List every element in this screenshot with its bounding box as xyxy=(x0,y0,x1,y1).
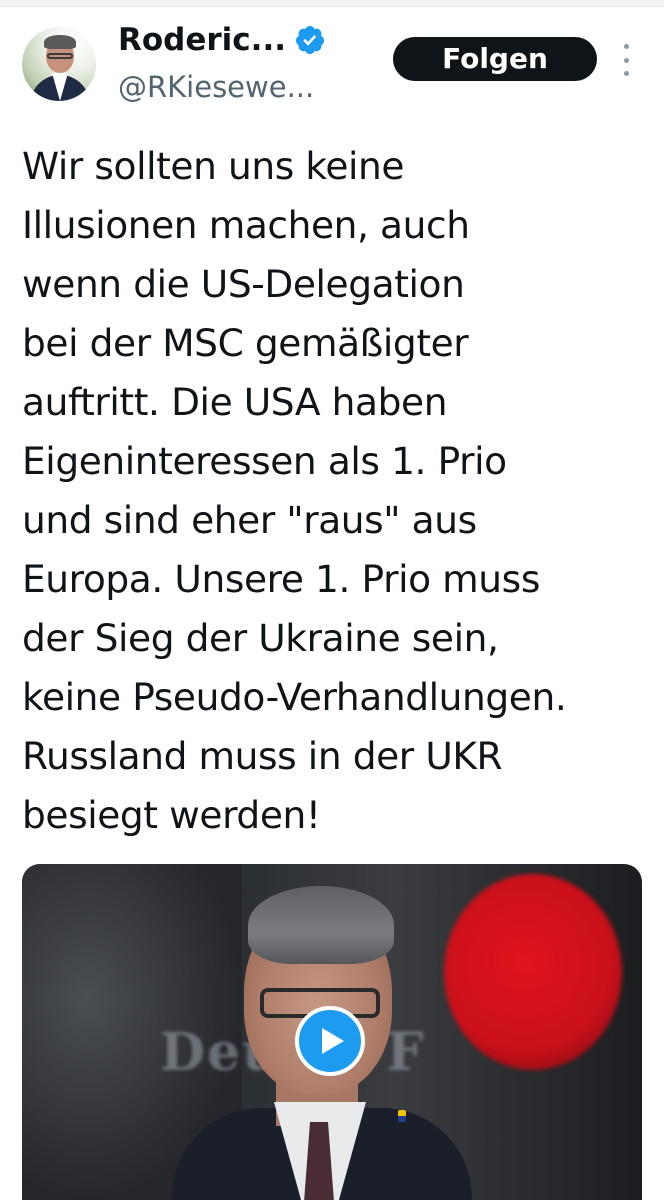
author-name-row[interactable]: Roderic... xyxy=(118,20,326,60)
avatar-hair xyxy=(44,35,76,49)
more-vertical-icon[interactable] xyxy=(616,44,636,76)
tweet-text-line: auftritt. Die USA haben xyxy=(22,380,448,424)
tweet-text-line: Russland muss in der UKR xyxy=(22,734,503,778)
tweet-text-line: wenn die US-Delegation xyxy=(22,262,465,306)
top-divider xyxy=(0,0,664,7)
follow-button[interactable]: Folgen xyxy=(393,37,597,81)
display-name[interactable]: Roderic... xyxy=(118,22,286,58)
person-hair xyxy=(248,886,394,964)
lapel-pin xyxy=(398,1110,406,1122)
tweet-text-line: Europa. Unsere 1. Prio muss xyxy=(22,557,540,601)
play-icon[interactable] xyxy=(295,1006,365,1076)
red-light-blur xyxy=(444,874,622,1070)
more-dot-bottom xyxy=(623,71,629,76)
tweet-text-line: Eigeninteressen als 1. Prio xyxy=(22,439,507,483)
user-handle[interactable]: @RKiesewe... xyxy=(118,70,314,104)
more-dot-top xyxy=(623,44,629,49)
avatar-glasses xyxy=(47,53,73,59)
tweet-text-line: besiegt werden! xyxy=(22,793,321,837)
tweet-text-line: keine Pseudo-Verhandlungen. xyxy=(22,675,567,719)
tweet-text-line: der Sieg der Ukraine sein, xyxy=(22,616,499,660)
video-thumbnail[interactable]: Deu er F xyxy=(22,864,642,1200)
avatar[interactable] xyxy=(22,27,96,101)
tweet-text-line: Illusionen machen, auch xyxy=(22,203,470,247)
verified-badge-icon xyxy=(294,24,326,56)
tweet-text-line: und sind eher "raus" aus xyxy=(22,498,477,542)
tweet-text-line: Wir sollten uns keine xyxy=(22,144,405,188)
tweet-text-line: bei der MSC gemäßigter xyxy=(22,321,469,365)
tweet-text: Wir sollten uns keine Illusionen machen,… xyxy=(22,137,652,845)
more-dot-middle xyxy=(623,57,629,63)
